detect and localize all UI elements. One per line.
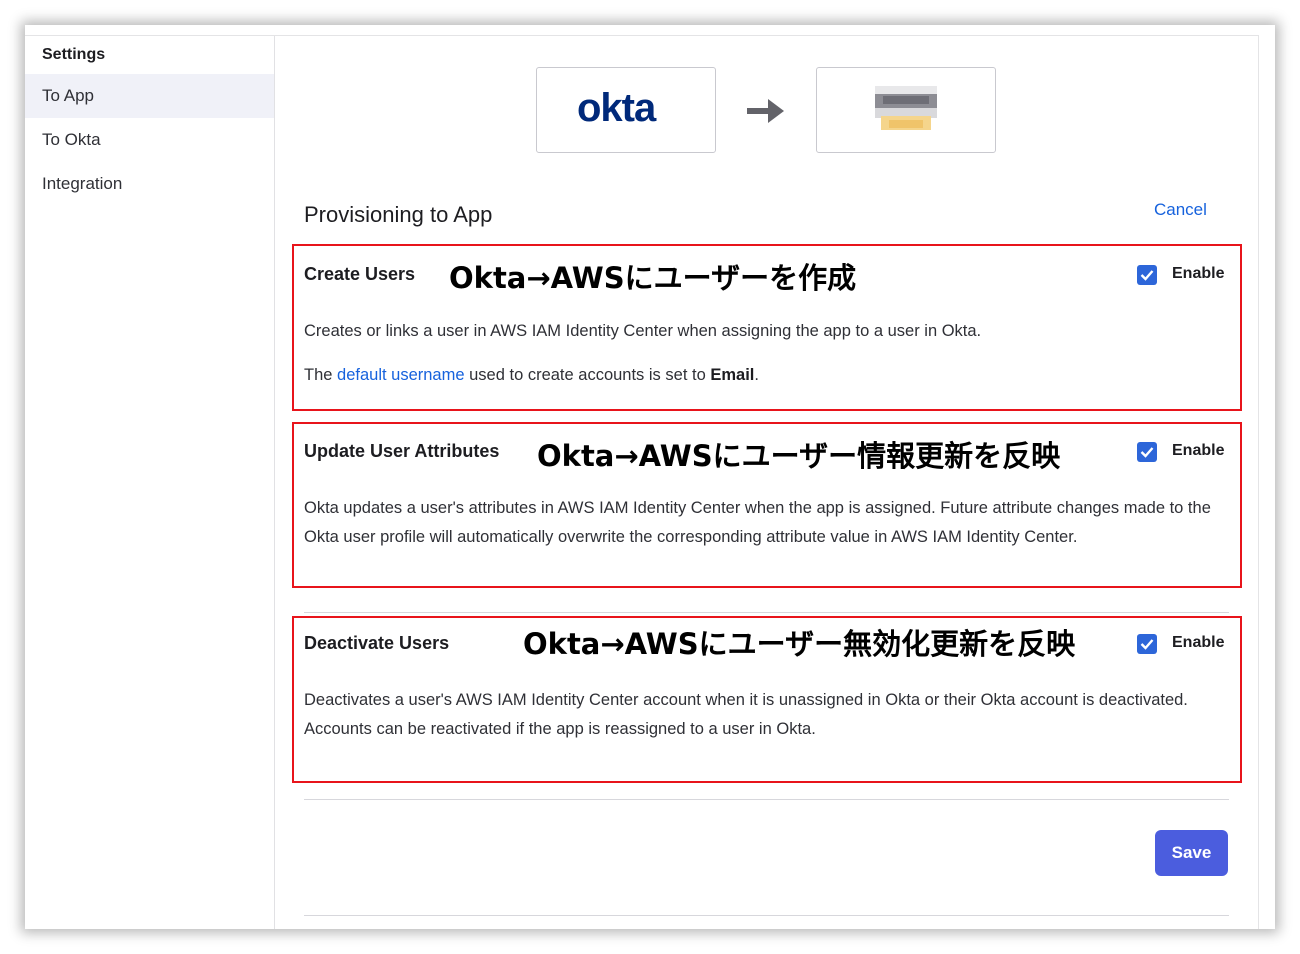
blurred-app-logo: [875, 86, 937, 132]
arrow-right-icon: [747, 99, 784, 123]
note-middle: used to create accounts is set to: [464, 366, 711, 384]
deactivate-users-enable-label: Enable: [1172, 634, 1225, 651]
okta-logo-box: okta: [536, 67, 716, 153]
checkmark-icon: [1140, 270, 1154, 281]
settings-panel: Settings To App To Okta Integration okta: [25, 35, 1259, 929]
create-users-annotation: Okta→AWSにユーザーを作成: [449, 261, 857, 295]
create-users-title: Create Users: [304, 264, 416, 284]
section-divider: [304, 612, 1229, 613]
sidebar: Settings To App To Okta Integration: [25, 36, 275, 929]
default-username-link[interactable]: default username: [337, 366, 465, 384]
create-users-enable-label: Enable: [1172, 265, 1225, 282]
page-title: Provisioning to App: [304, 202, 493, 227]
checkmark-icon: [1140, 447, 1154, 458]
sidebar-item-to-app[interactable]: To App: [25, 74, 274, 118]
deactivate-users-checkbox[interactable]: [1137, 634, 1157, 654]
update-attributes-enable-label: Enable: [1172, 442, 1225, 459]
deactivate-users-title: Deactivate Users: [304, 633, 450, 653]
deactivate-users-annotation: Okta→AWSにユーザー無効化更新を反映: [523, 627, 1076, 661]
update-attributes-checkbox[interactable]: [1137, 442, 1157, 462]
create-users-username-note: The default username used to create acco…: [304, 361, 759, 390]
deactivate-users-description: Deactivates a user's AWS IAM Identity Ce…: [304, 691, 1188, 738]
target-app-logo-box: [816, 67, 996, 153]
create-users-description: Creates or links a user in AWS IAM Ident…: [304, 322, 982, 340]
cancel-link[interactable]: Cancel: [1154, 200, 1207, 220]
save-button[interactable]: Save: [1155, 830, 1228, 876]
okta-logo: okta: [577, 86, 656, 130]
note-suffix: .: [754, 366, 759, 384]
update-attributes-description: Okta updates a user's attributes in AWS …: [304, 499, 1211, 546]
update-attributes-annotation: Okta→AWSにユーザー情報更新を反映: [537, 439, 1061, 473]
checkmark-icon: [1140, 639, 1154, 650]
create-users-checkbox[interactable]: [1137, 265, 1157, 285]
bottom-divider: [304, 915, 1229, 916]
window-frame: Settings To App To Okta Integration okta: [25, 25, 1275, 929]
note-prefix: The: [304, 366, 338, 384]
update-attributes-title: Update User Attributes: [304, 441, 500, 461]
sidebar-item-integration[interactable]: Integration: [25, 162, 274, 206]
sidebar-item-to-okta[interactable]: To Okta: [25, 118, 274, 162]
note-email-value: Email: [710, 366, 755, 384]
footer-divider: [304, 799, 1229, 800]
sidebar-title: Settings: [42, 46, 106, 63]
